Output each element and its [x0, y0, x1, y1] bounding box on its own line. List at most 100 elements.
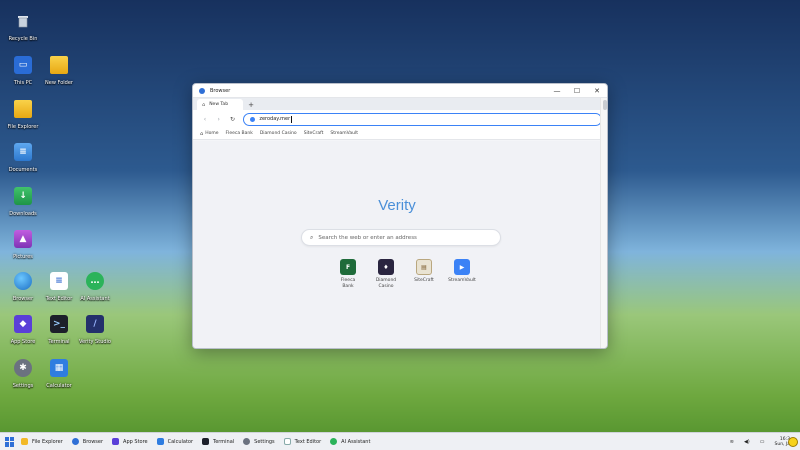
desktop-icon-pictures[interactable]: ▲ Pictures — [1, 230, 45, 260]
desktop-icon-label: Browser — [12, 296, 34, 302]
desktop-icon-label: Calculator — [46, 383, 72, 389]
close-button[interactable]: ✕ — [587, 84, 607, 98]
shortcut-fleeca-bank[interactable]: F Fleeca Bank — [329, 259, 367, 290]
bookmark-sitecraft[interactable]: SiteCraft — [304, 131, 324, 136]
desktop-icon-recycle-bin[interactable]: Recycle Bin — [1, 12, 45, 42]
shortcut-sitecraft[interactable]: ▤ SiteCraft — [405, 259, 443, 290]
shortcut-label: Fleeca — [340, 278, 356, 283]
globe-icon — [71, 438, 79, 445]
taskbar-item-calculator[interactable]: Calculator — [156, 438, 194, 445]
store-icon: ◆ — [14, 315, 32, 333]
bookmark-diamond-casino[interactable]: Diamond Casino — [260, 131, 297, 136]
scrollbar-thumb[interactable] — [602, 100, 607, 110]
shortcut-label: Casino — [378, 284, 394, 289]
taskbar-item-settings[interactable]: Settings — [243, 438, 275, 445]
new-tab-button[interactable]: + — [245, 99, 257, 110]
desktop-icon-label: App Store — [10, 339, 36, 345]
address-bar[interactable]: zeroday.mer — [243, 112, 602, 126]
taskbar-label: Browser — [82, 438, 104, 445]
recycle-bin-icon — [14, 12, 32, 30]
calculator-icon — [156, 438, 164, 445]
downloads-folder-icon: ↓ — [14, 187, 32, 205]
volume-icon[interactable]: ◀) — [744, 439, 750, 445]
reload-button[interactable]: ↻ — [226, 112, 240, 126]
browser-window: Browser — ☐ ✕ ⌂ New Tab + ‹ › ↻ zeroday.… — [192, 83, 608, 349]
taskbar-label: Terminal — [213, 438, 235, 445]
start-button[interactable] — [5, 436, 15, 447]
browser-app-icon — [199, 87, 205, 94]
bookmark-home[interactable]: ⌂ Home — [200, 131, 218, 137]
taskbar-item-browser[interactable]: Browser — [71, 438, 104, 445]
shortcut-diamond-casino[interactable]: ♦ Diamond Casino — [367, 259, 405, 290]
desktop-icon-new-folder[interactable]: New Folder — [37, 56, 81, 86]
search-box[interactable]: ⌕ Search the web or enter an address — [301, 229, 501, 246]
text-file-icon: ≡ — [50, 272, 68, 290]
address-value: zeroday.mer — [259, 116, 291, 122]
desktop-icon-documents[interactable]: ≡ Documents — [1, 143, 45, 173]
taskbar-label: File Explorer — [32, 438, 63, 445]
desktop-icon-label: Text Editor — [45, 296, 73, 302]
site-info-icon — [250, 116, 256, 122]
back-button[interactable]: ‹ — [198, 112, 212, 126]
shortcuts-grid: F Fleeca Bank ♦ Diamond Casino ▤ SiteCraft… — [329, 259, 481, 290]
shortcut-label: StreamVault — [448, 278, 476, 283]
terminal-icon: >_ — [50, 315, 68, 333]
desktop-icon-label: Recycle Bin — [8, 36, 38, 42]
taskbar-item-file-explorer[interactable]: File Explorer — [21, 438, 63, 445]
folder-icon — [50, 56, 68, 74]
pictures-folder-icon: ▲ — [14, 230, 32, 248]
desktop-icon-label: Verity Studio — [79, 339, 111, 345]
bookmark-fleeca-bank[interactable]: Fleeca Bank — [225, 131, 252, 136]
taskbar-item-terminal[interactable]: Terminal — [202, 438, 234, 445]
home-icon: ⌂ — [200, 130, 204, 137]
desktop-icon-label: Settings — [12, 383, 34, 389]
shortcut-label: Bank — [342, 284, 354, 289]
streamvault-icon: ▶ — [454, 259, 470, 275]
minimize-button[interactable]: — — [547, 84, 567, 98]
wifi-icon[interactable]: ≋ — [730, 439, 734, 445]
studio-icon: / — [86, 315, 104, 333]
folder-icon — [21, 438, 28, 445]
desktop-icon-verity-studio[interactable]: / Verity Studio — [73, 315, 117, 345]
home-icon: ⌂ — [202, 101, 206, 108]
notification-icon[interactable] — [788, 437, 798, 447]
tab-new-tab[interactable]: ⌂ New Tab — [197, 99, 243, 110]
shortcut-label: SiteCraft — [414, 278, 434, 283]
sitecraft-icon: ▤ — [416, 259, 432, 275]
taskbar-item-text-editor[interactable]: Text Editor — [283, 438, 321, 445]
forward-button[interactable]: › — [212, 112, 226, 126]
tab-strip: ⌂ New Tab + — [193, 98, 607, 110]
taskbar-label: AI Assistant — [341, 438, 371, 445]
shortcut-streamvault[interactable]: ▶ StreamVault — [443, 259, 481, 290]
chat-bubble-icon: … — [86, 272, 104, 290]
window-titlebar[interactable]: Browser — ☐ ✕ — [193, 84, 607, 98]
new-tab-page: Verity ⌕ Search the web or enter an addr… — [193, 141, 601, 348]
battery-icon[interactable]: ▭ — [760, 439, 765, 445]
vertical-scrollbar[interactable] — [600, 98, 607, 348]
verity-logo: Verity — [378, 197, 416, 214]
desktop-icon-ai-assistant[interactable]: … AI Assistant — [73, 272, 117, 302]
taskbar-label: Calculator — [167, 438, 194, 445]
gear-icon — [243, 438, 251, 445]
desktop-icon-file-explorer[interactable]: File Explorer — [1, 100, 45, 130]
diamond-casino-icon: ♦ — [378, 259, 394, 275]
desktop-icon-label: Downloads — [9, 211, 37, 217]
taskbar-label: Settings — [254, 438, 275, 445]
navigation-bar: ‹ › ↻ zeroday.mer — [193, 110, 607, 128]
bookmarks-bar: ⌂ Home Fleeca Bank Diamond Casino SiteCra… — [193, 128, 607, 140]
store-icon — [112, 438, 120, 445]
bookmark-streamvault[interactable]: StreamVault — [330, 131, 358, 136]
documents-folder-icon: ≡ — [14, 143, 32, 161]
bookmark-label: Home — [205, 131, 219, 136]
desktop-icon-label: New Folder — [45, 80, 73, 86]
desktop-icon-downloads[interactable]: ↓ Downloads — [1, 187, 45, 217]
desktop-icon-label: AI Assistant — [80, 296, 110, 302]
desktop-icon-calculator[interactable]: ▦ Calculator — [37, 359, 81, 389]
taskbar-label: App Store — [123, 438, 148, 445]
folder-icon — [14, 100, 32, 118]
desktop-icon-label: This PC — [13, 80, 33, 86]
chat-bubble-icon — [330, 438, 338, 445]
taskbar-item-app-store[interactable]: App Store — [112, 438, 148, 445]
maximize-button[interactable]: ☐ — [567, 84, 587, 98]
taskbar-item-ai-assistant[interactable]: AI Assistant — [330, 438, 370, 445]
